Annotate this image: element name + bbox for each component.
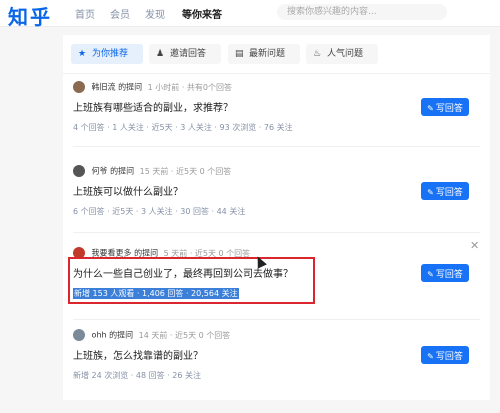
- question-stats: 新增 153 人观看 · 1,406 回答 · 20,564 关注: [73, 288, 239, 299]
- write-answer-button[interactable]: ✎ 写回答: [421, 182, 469, 200]
- question-meta: 韩旧流 的提问 1 小时前 · 共有0个回答: [73, 81, 232, 93]
- asker-name[interactable]: 我要看更多 的提问: [92, 249, 159, 258]
- divider: [63, 73, 490, 74]
- tab-label: 最新问题: [249, 49, 286, 59]
- question-title[interactable]: 上班族有哪些适合的副业，求推荐？: [73, 99, 233, 114]
- star-icon: ★: [78, 49, 87, 59]
- avatar[interactable]: [73, 165, 85, 177]
- question-time: 14 天前 · 近5天 0 个回答: [138, 330, 231, 340]
- tab-recommended[interactable]: ★ 为你推荐: [71, 44, 143, 64]
- button-label: 写回答: [435, 187, 463, 198]
- question-stats: 新增 24 次浏览 · 48 回答 · 26 关注: [73, 371, 201, 380]
- nav-membership[interactable]: 会员: [110, 6, 130, 21]
- tab-popular[interactable]: ♨ 人气问题: [306, 44, 378, 64]
- avatar[interactable]: [73, 247, 85, 259]
- asker-name[interactable]: ohh 的提问: [92, 331, 134, 340]
- write-answer-button[interactable]: ✎ 写回答: [421, 264, 469, 282]
- tab-label: 人气问题: [327, 49, 364, 59]
- avatar[interactable]: [73, 329, 85, 341]
- invite-icon: ♟: [156, 49, 165, 59]
- question-stats: 4 个回答 · 1 人关注 · 近5天 · 3 人关注 · 93 次浏览 · 7…: [73, 123, 293, 132]
- asker-name[interactable]: 韩旧流 的提问: [92, 83, 143, 92]
- question-title[interactable]: 上班族，怎么找靠谱的副业？: [73, 347, 203, 362]
- latest-icon: ▤: [235, 49, 244, 59]
- question-item: 韩旧流 的提问 1 小时前 · 共有0个回答 上班族有哪些适合的副业，求推荐？ …: [63, 75, 490, 165]
- question-meta: 何爷 的提问 15 天前 · 近5天 0 个回答: [73, 165, 231, 177]
- avatar[interactable]: [73, 81, 85, 93]
- nav-waiting-for-answers[interactable]: 等你来答: [182, 6, 222, 21]
- search-input[interactable]: [277, 4, 447, 20]
- question-list-card: ★ 为你推荐 ♟ 邀请回答 ▤ 最新问题 ♨ 人气问题 韩旧流 的提问 1 小时…: [63, 35, 490, 400]
- pen-icon: ✎: [427, 103, 434, 113]
- top-bar: 知乎 首页 会员 发现 等你来答: [0, 0, 500, 30]
- question-item: 何爷 的提问 15 天前 · 近5天 0 个回答 上班族可以做什么副业？ 6 个…: [63, 159, 490, 249]
- nav-home[interactable]: 首页: [75, 6, 95, 21]
- button-label: 写回答: [435, 103, 463, 114]
- pen-icon: ✎: [427, 351, 434, 361]
- tab-latest[interactable]: ▤ 最新问题: [228, 44, 300, 64]
- separator: [73, 146, 480, 147]
- question-meta: ohh 的提问 14 天前 · 近5天 0 个回答: [73, 329, 230, 341]
- separator: [73, 232, 480, 233]
- write-answer-button[interactable]: ✎ 写回答: [421, 98, 469, 116]
- tab-label: 邀请回答: [170, 49, 207, 59]
- button-label: 写回答: [435, 351, 463, 362]
- close-icon[interactable]: ✕: [470, 239, 479, 252]
- asker-name[interactable]: 何爷 的提问: [92, 167, 135, 176]
- flame-icon: ♨: [313, 49, 322, 59]
- zhihu-logo[interactable]: 知乎: [8, 1, 52, 30]
- question-meta: 我要看更多 的提问 5 天前 · 近5天 0 个回答: [73, 247, 250, 259]
- write-answer-button[interactable]: ✎ 写回答: [421, 346, 469, 364]
- nav-discover[interactable]: 发现: [145, 6, 165, 21]
- selected-text: 新增 153 人观看 · 1,406 回答 · 20,564 关注: [73, 288, 239, 299]
- tab-invited[interactable]: ♟ 邀请回答: [149, 44, 221, 64]
- button-label: 写回答: [435, 269, 463, 280]
- question-time: 15 天前 · 近5天 0 个回答: [139, 166, 232, 176]
- tab-bar: ★ 为你推荐 ♟ 邀请回答 ▤ 最新问题 ♨ 人气问题: [63, 35, 490, 69]
- pen-icon: ✎: [427, 269, 434, 279]
- question-time: 5 天前 · 近5天 0 个回答: [163, 248, 251, 258]
- question-item: 我要看更多 的提问 5 天前 · 近5天 0 个回答 为什么一些自己创业了，最终…: [63, 241, 490, 331]
- question-title[interactable]: 上班族可以做什么副业？: [73, 183, 183, 198]
- separator: [73, 319, 480, 320]
- question-time: 1 小时前 · 共有0个回答: [147, 82, 232, 92]
- pen-icon: ✎: [427, 187, 434, 197]
- tab-label: 为你推荐: [92, 49, 129, 59]
- question-stats: 6 个回答 · 近5天 · 3 人关注 · 30 回答 · 44 关注: [73, 207, 246, 216]
